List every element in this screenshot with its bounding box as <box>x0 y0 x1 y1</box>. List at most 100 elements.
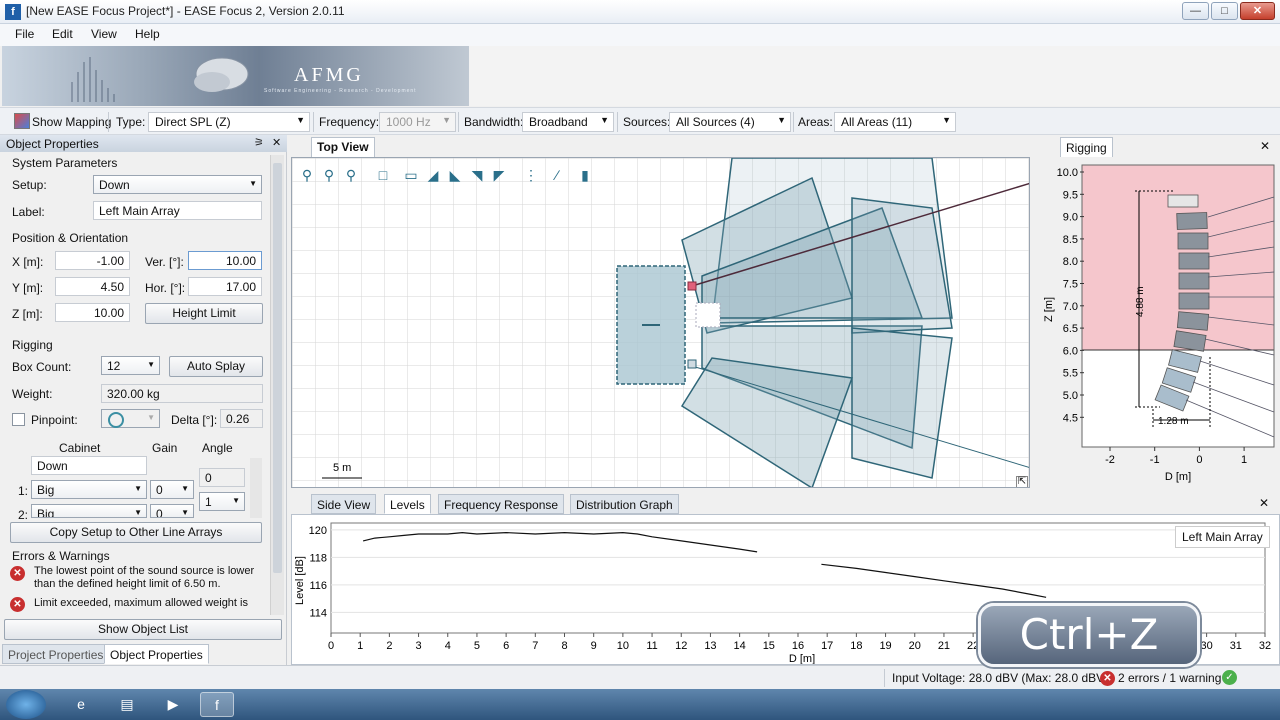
label-input[interactable]: Left Main Array <box>93 201 262 220</box>
levels-x-tick: 12 <box>675 640 687 652</box>
gain-select[interactable]: 0 ▼ <box>150 504 194 518</box>
tab-side-view[interactable]: Side View <box>311 494 377 514</box>
cabinet-select[interactable]: Big ▼ <box>31 504 147 518</box>
polygon-area-icon[interactable]: ◤ <box>490 166 508 184</box>
cabinet-header: Cabinet <box>59 441 101 455</box>
errors-status[interactable]: 2 errors / 1 warning <box>1118 671 1221 685</box>
levels-x-tick: 5 <box>474 640 480 652</box>
line-array-icon[interactable]: ⋮ <box>522 166 540 184</box>
levels-x-tick: 31 <box>1230 640 1242 652</box>
chevron-down-icon: ▼ <box>181 508 189 517</box>
chevron-down-icon: ▼ <box>147 413 155 422</box>
auto-splay-button[interactable]: Auto Splay <box>169 356 263 377</box>
scrollbar-thumb[interactable] <box>273 163 282 573</box>
start-orb-icon[interactable] <box>6 690 46 719</box>
gain-select[interactable]: 0 ▼ <box>150 480 194 499</box>
tab-distribution-graph[interactable]: Distribution Graph <box>570 494 679 514</box>
line-array-source[interactable] <box>687 359 697 369</box>
tab-top-view[interactable]: Top View <box>311 137 375 157</box>
levels-y-axis-label: Level [dB] <box>294 556 306 605</box>
cabinet-select[interactable]: Big ▼ <box>31 480 147 499</box>
top-cabinet-field[interactable]: Down <box>31 456 147 475</box>
menu-help[interactable]: Help <box>135 27 160 41</box>
zoom-out-icon[interactable]: ⚲ <box>342 166 360 184</box>
ease-focus-icon[interactable]: f <box>200 692 234 717</box>
cabinet-table-scrollbar[interactable] <box>250 458 262 518</box>
rigging-y-tick: 4.5 <box>1063 412 1078 424</box>
frequency-label: Frequency: <box>319 115 380 129</box>
rigging-x-tick: -1 <box>1150 454 1160 466</box>
close-icon[interactable]: ✕ <box>1260 139 1270 153</box>
title-bar: f [New EASE Focus Project*] - EASE Focus… <box>0 0 1280 24</box>
menu-edit[interactable]: Edit <box>52 27 73 41</box>
rigging-y-tick: 5.5 <box>1063 368 1078 380</box>
tab-project-properties[interactable]: Project Properties <box>2 644 110 664</box>
error-icon: ✕ <box>10 597 25 612</box>
setup-select[interactable]: Down ▼ <box>93 175 262 194</box>
arc-area-icon[interactable]: ◢ <box>424 166 442 184</box>
close-icon[interactable]: ✕ <box>272 136 281 149</box>
media-icon[interactable]: ▶ <box>156 692 190 717</box>
height-limit-button[interactable]: Height Limit <box>145 303 263 324</box>
zoom-in-icon[interactable]: ⚲ <box>320 166 338 184</box>
folder-icon[interactable]: ▤ <box>110 692 144 717</box>
tab-frequency-response[interactable]: Frequency Response <box>438 494 565 514</box>
tab-levels[interactable]: Levels <box>384 494 431 514</box>
main-toolbar: Show Mapping Type: Direct SPL (Z) ▼ Frequ… <box>0 107 1280 135</box>
pinpoint-select[interactable]: ▼ <box>101 409 160 428</box>
bandwidth-select[interactable]: Broadband ▼ <box>522 112 614 132</box>
top-angle-field: 0 <box>199 468 245 487</box>
minimize-button[interactable]: — <box>1182 2 1209 20</box>
rigging-y-tick: 8.5 <box>1063 234 1078 246</box>
minimize-icon: — <box>1190 5 1201 17</box>
close-icon[interactable]: ✕ <box>1259 496 1269 510</box>
sector-area-icon[interactable]: ◣ <box>446 166 464 184</box>
levels-x-tick: 1 <box>357 640 363 652</box>
angle-value: 1 <box>205 495 212 509</box>
levels-y-tick: 116 <box>309 580 327 592</box>
levels-x-tick: 14 <box>734 640 746 652</box>
tab-rigging[interactable]: Rigging <box>1060 137 1113 157</box>
maximize-button[interactable]: □ <box>1211 2 1238 20</box>
cabinet-value: Big <box>37 483 55 497</box>
areas-select[interactable]: All Areas (11) ▼ <box>834 112 956 132</box>
measure-icon[interactable]: ∕ <box>548 166 566 184</box>
ie-icon[interactable]: e <box>64 692 98 717</box>
speaker-icon[interactable]: ▮ <box>576 166 594 184</box>
close-button[interactable]: ✕ <box>1240 2 1275 20</box>
ver-label: Ver. [°]: <box>145 255 184 269</box>
top-view-canvas[interactable]: 5 m ⚲ ⚲ ⚲ □ ▭ ◢ ◣ ◥ ◤ ⋮ ∕ ▮ ⇱ <box>291 157 1030 488</box>
chevron-down-icon: ▼ <box>296 115 305 125</box>
sources-select[interactable]: All Sources (4) ▼ <box>669 112 791 132</box>
pin-icon[interactable]: ⚞ <box>254 136 264 149</box>
panel-scrollbar[interactable] <box>270 155 284 615</box>
show-mapping-button[interactable]: Show Mapping <box>32 115 111 129</box>
rigging-y-tick: 9.0 <box>1063 212 1078 224</box>
zoom-in-icon[interactable]: ⚲ <box>298 166 316 184</box>
type-select[interactable]: Direct SPL (Z) ▼ <box>148 112 310 132</box>
line-array-source[interactable] <box>687 281 697 291</box>
windows-taskbar: e ▤ ▶ f <box>0 689 1280 720</box>
resize-icon[interactable]: ⇱ <box>1016 476 1028 487</box>
frequency-select[interactable]: 1000 Hz ▼ <box>379 112 456 132</box>
show-object-list-button[interactable]: Show Object List <box>4 619 282 640</box>
x-input[interactable]: -1.00 <box>55 251 130 270</box>
tab-object-properties[interactable]: Object Properties <box>104 644 209 664</box>
pinpoint-checkbox[interactable] <box>12 413 25 426</box>
copy-setup-button[interactable]: Copy Setup to Other Line Arrays <box>10 522 262 543</box>
weight-label: Weight: <box>12 387 53 401</box>
zoom-extent-icon[interactable]: □ <box>374 166 392 184</box>
hor-input[interactable]: 17.00 <box>188 277 262 296</box>
rigging-chart: 10.0 9.5 9.0 8.5 8.0 7.5 7.0 6.5 6.0 5.5 5.0 4.5 -2… <box>1043 164 1275 483</box>
trapezoid-area-icon[interactable]: ◥ <box>468 166 486 184</box>
box-count-select[interactable]: 12 ▼ <box>101 356 160 375</box>
y-input[interactable]: 4.50 <box>55 277 130 296</box>
mapping-icon[interactable] <box>14 113 30 129</box>
angle-select[interactable]: 1 ▼ <box>199 492 245 511</box>
menu-view[interactable]: View <box>91 27 117 41</box>
toolbar-separator <box>617 112 618 132</box>
z-input[interactable]: 10.00 <box>55 303 130 322</box>
rectangle-area-icon[interactable]: ▭ <box>402 166 420 184</box>
ver-input[interactable]: 10.00 <box>188 251 262 270</box>
menu-file[interactable]: File <box>15 27 34 41</box>
